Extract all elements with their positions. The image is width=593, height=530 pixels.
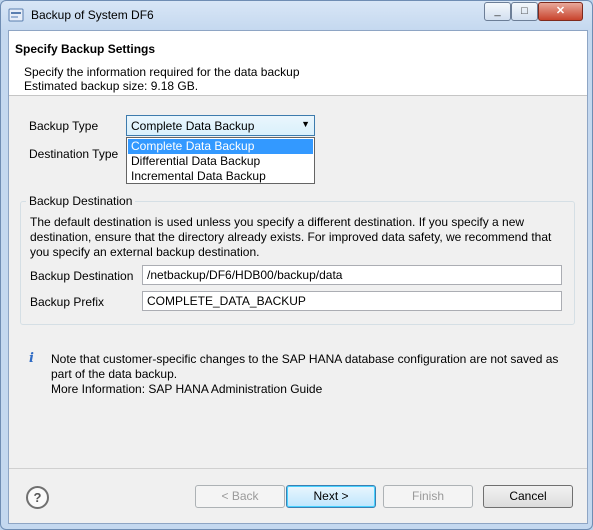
destination-type-label: Destination Type (29, 147, 119, 161)
estimated-size-text: Estimated backup size: 9.18 GB. (24, 79, 199, 93)
cancel-button[interactable]: Cancel (483, 485, 573, 508)
backup-destination-description: The default destination is used unless y… (30, 215, 552, 259)
finish-button[interactable]: Finish (383, 485, 473, 508)
description-line: Specify the information required for the… (24, 65, 300, 79)
backup-type-label: Backup Type (29, 119, 99, 133)
window-title: Backup of System DF6 (31, 8, 154, 22)
dropdown-option-differential[interactable]: Differential Data Backup (128, 154, 313, 169)
help-icon[interactable]: ? (26, 486, 49, 509)
more-information-link[interactable]: More Information: SAP HANA Administratio… (51, 382, 561, 397)
dialog-client-area: Specify Backup Settings Specify the info… (8, 30, 588, 524)
backup-type-select[interactable]: Complete Data Backup ▼ (126, 115, 315, 136)
dropdown-option-complete[interactable]: Complete Data Backup (128, 139, 313, 154)
backup-prefix-input[interactable] (143, 292, 561, 310)
chevron-down-icon: ▼ (301, 119, 310, 129)
next-button[interactable]: Next > (286, 485, 376, 508)
backup-prefix-label: Backup Prefix (30, 295, 105, 309)
minimize-button[interactable]: _ (484, 2, 511, 21)
app-icon (8, 8, 24, 22)
backup-destination-label: Backup Destination (30, 269, 134, 283)
backup-destination-field[interactable] (142, 265, 562, 285)
page-description: Specify the information required for the… (24, 65, 300, 93)
backup-type-dropdown-list: Complete Data Backup Differential Data B… (126, 137, 315, 184)
title-bar[interactable]: Backup of System DF6 _ □ ✕ (1, 1, 592, 29)
footer-separator (9, 468, 587, 469)
info-note-text: Note that customer-specific changes to t… (51, 352, 559, 381)
page-title: Specify Backup Settings (15, 42, 156, 56)
backup-type-value: Complete Data Backup (131, 119, 255, 133)
close-button[interactable]: ✕ (538, 2, 583, 21)
maximize-button[interactable]: □ (511, 2, 538, 21)
backup-destination-group-title: Backup Destination (26, 194, 136, 208)
backup-prefix-field[interactable] (142, 291, 562, 311)
dropdown-option-incremental[interactable]: Incremental Data Backup (128, 169, 313, 184)
info-note: Note that customer-specific changes to t… (51, 352, 561, 397)
backup-dialog-window: Backup of System DF6 _ □ ✕ Specify Backu… (0, 0, 593, 530)
info-icon: i (29, 351, 34, 366)
wizard-header: Specify Backup Settings Specify the info… (9, 31, 587, 96)
back-button[interactable]: < Back (195, 485, 285, 508)
backup-destination-input[interactable] (143, 266, 561, 284)
